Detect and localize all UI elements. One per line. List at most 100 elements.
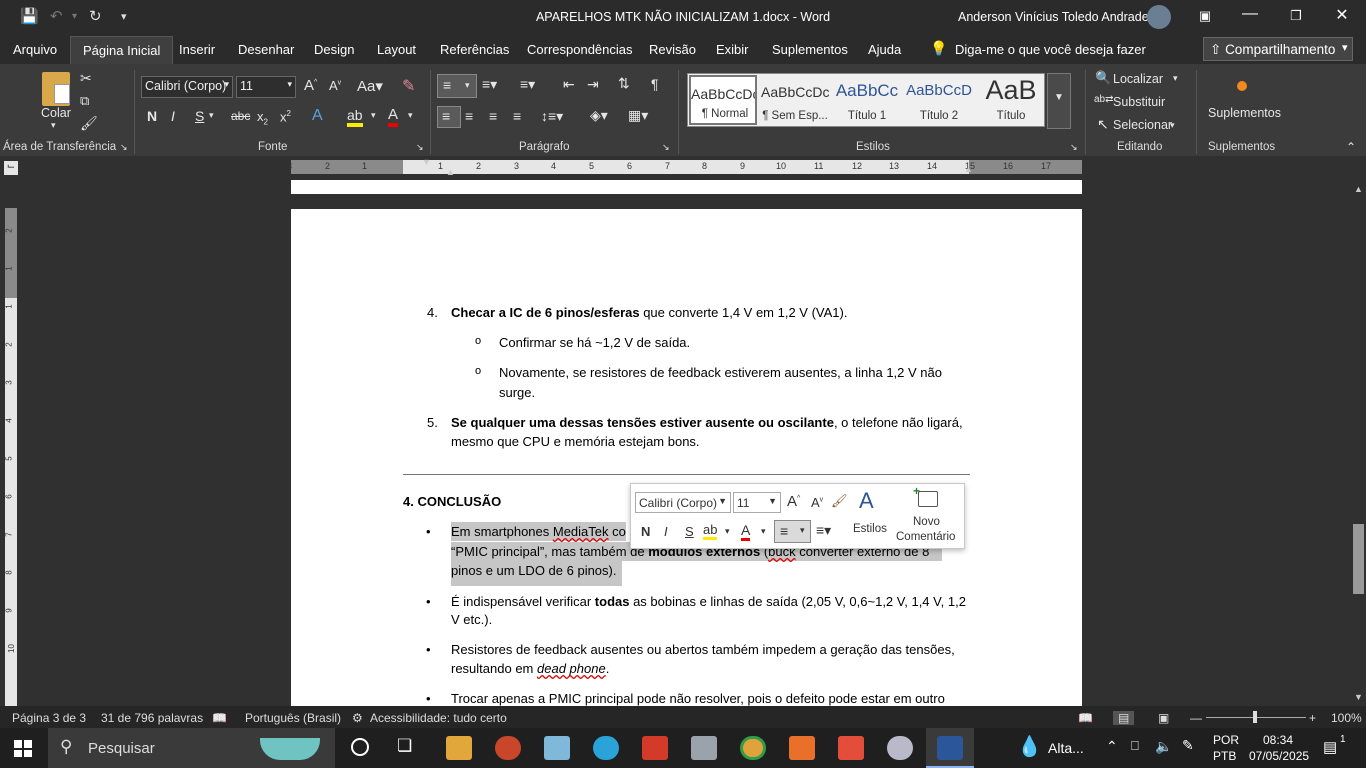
- format-painter-icon[interactable]: 🖌: [831, 493, 848, 509]
- paste-dropdown-icon[interactable]: ▾: [51, 120, 56, 131]
- close-button[interactable]: ✕: [1322, 5, 1362, 29]
- underline-dropdown-icon[interactable]: ▾: [209, 110, 214, 121]
- font-launcher-icon[interactable]: ↘: [416, 142, 424, 153]
- line-spacing-icon[interactable]: ↕≡▾: [541, 108, 563, 125]
- font-color-dropdown-icon[interactable]: ▾: [408, 110, 413, 121]
- hanging-indent-marker[interactable]: ▲: [446, 167, 455, 177]
- align-right-icon[interactable]: ≡: [489, 108, 497, 124]
- tab-pagina-inicial[interactable]: Página Inicial: [70, 36, 174, 64]
- sort-icon[interactable]: ⇅: [618, 75, 630, 92]
- language[interactable]: Português (Brasil): [245, 711, 341, 725]
- style-normal[interactable]: AaBbCcDc ¶ Normal: [689, 75, 757, 125]
- clock-date[interactable]: 07/05/2025: [1249, 749, 1309, 763]
- ribbon-display-icon[interactable]: ▣: [1185, 8, 1225, 32]
- new-comment-label-2[interactable]: Comentário: [896, 531, 955, 543]
- input-lang-2[interactable]: PTB: [1213, 749, 1236, 763]
- addins-button[interactable]: Suplementos: [1208, 106, 1281, 120]
- first-line-indent-marker[interactable]: ▼: [422, 157, 431, 167]
- decrease-indent-icon[interactable]: ⇤: [563, 76, 575, 93]
- highlight-dropdown-icon[interactable]: ▾: [725, 526, 730, 537]
- strikethrough-icon[interactable]: abc: [231, 109, 250, 123]
- clipboard-launcher-icon[interactable]: ↘: [120, 142, 128, 153]
- app-icon-4[interactable]: [789, 736, 815, 760]
- accessibility-status[interactable]: Acessibilidade: tudo certo: [370, 711, 507, 725]
- italic-icon[interactable]: I: [171, 108, 175, 124]
- zoom-slider-thumb[interactable]: [1253, 711, 1257, 723]
- avatar[interactable]: [1147, 5, 1171, 29]
- clock-time[interactable]: 08:34: [1263, 733, 1293, 747]
- addins-icon[interactable]: [1237, 81, 1247, 91]
- font-color-icon[interactable]: A: [741, 522, 751, 541]
- right-indent-marker[interactable]: ▲: [964, 164, 973, 174]
- document-page[interactable]: 4. Checar a IC de 6 pinos/esferas que co…: [291, 209, 1082, 706]
- minimize-button[interactable]: —: [1230, 5, 1270, 29]
- mini-underline-button[interactable]: S: [685, 524, 694, 539]
- network-icon[interactable]: ⎕: [1131, 738, 1139, 754]
- style-heading-1[interactable]: AaBbCc Título 1: [833, 75, 901, 125]
- replace-icon[interactable]: ab⇄: [1094, 94, 1114, 105]
- mini-bold-button[interactable]: N: [641, 524, 650, 539]
- notification-icon[interactable]: ▤: [1323, 738, 1337, 756]
- tab-selector-icon[interactable]: ⌙: [4, 161, 18, 175]
- web-layout-icon[interactable]: ▣: [1158, 711, 1169, 725]
- clear-formatting-icon[interactable]: ✎: [402, 76, 415, 96]
- word-taskbar-button[interactable]: [926, 728, 974, 768]
- find-icon[interactable]: 🔍: [1095, 70, 1111, 86]
- restore-button[interactable]: ❐: [1276, 8, 1316, 32]
- borders-icon[interactable]: ▦▾: [628, 107, 648, 124]
- paste-icon[interactable]: [42, 72, 70, 106]
- subscript-icon[interactable]: x2: [257, 109, 268, 127]
- read-mode-icon[interactable]: 📖: [1078, 711, 1093, 725]
- replace-button[interactable]: Substituir: [1113, 95, 1165, 109]
- mini-styles-button[interactable]: Estilos: [853, 523, 887, 535]
- font-name-combo[interactable]: Calibri (Corpo) ▾: [141, 76, 233, 98]
- zoom-level[interactable]: 100%: [1331, 711, 1362, 725]
- weather-icon[interactable]: 💧: [1017, 734, 1042, 759]
- chevron-up-icon[interactable]: ⌃: [1106, 738, 1118, 755]
- horizontal-ruler[interactable]: ⌙ 3 2 1 1 2 3 4 5 6 7 8 9 10 11 12 13 14…: [0, 157, 1366, 179]
- zoom-in-icon[interactable]: +: [1309, 711, 1316, 725]
- shrink-font-icon[interactable]: Av: [329, 78, 341, 93]
- telegram-icon[interactable]: [593, 736, 619, 760]
- task-view-icon[interactable]: ❏: [397, 736, 412, 756]
- align-center-icon[interactable]: ≡: [465, 108, 473, 124]
- numbering-icon[interactable]: ≡▾: [482, 76, 497, 93]
- align-left-button[interactable]: ≡: [437, 106, 461, 128]
- scroll-thumb[interactable]: [1353, 524, 1364, 594]
- paragraph-launcher-icon[interactable]: ↘: [662, 142, 670, 153]
- mini-font-combo[interactable]: Calibri (Corpo) ▼: [635, 492, 731, 513]
- style-title[interactable]: AaB Título: [977, 75, 1045, 125]
- share-dropdown-icon[interactable]: ▾: [1342, 41, 1348, 54]
- grow-font-icon[interactable]: A^: [787, 493, 800, 510]
- bold-icon[interactable]: N: [147, 108, 157, 124]
- taskbar-search[interactable]: ⚲ Pesquisar: [48, 728, 335, 768]
- file-explorer-icon[interactable]: [446, 736, 472, 760]
- scroll-up-icon[interactable]: ▲: [1354, 184, 1363, 194]
- multilevel-list-icon[interactable]: ≡▾: [520, 76, 535, 93]
- tell-me-search[interactable]: Diga-me o que você deseja fazer: [955, 42, 1146, 57]
- font-color-dropdown-icon[interactable]: ▾: [761, 526, 766, 537]
- shrink-font-icon[interactable]: Av: [811, 495, 823, 510]
- justify-icon[interactable]: ≡: [513, 108, 521, 124]
- change-case-icon[interactable]: Aa▾: [357, 77, 383, 95]
- highlight-icon[interactable]: ab: [703, 522, 718, 540]
- tab-suplementos[interactable]: Suplementos: [772, 42, 848, 57]
- tab-inserir[interactable]: Inserir: [179, 42, 215, 57]
- selected-bullet-1-line3[interactable]: pinos e um LDO de 6 pinos).: [451, 561, 623, 586]
- chrome-icon[interactable]: [740, 736, 766, 760]
- copy-icon[interactable]: ⧉: [80, 93, 89, 109]
- styles-more-button[interactable]: ▼: [1047, 73, 1071, 129]
- styles-launcher-icon[interactable]: ↘: [1070, 142, 1078, 153]
- cut-icon[interactable]: ✂: [80, 70, 92, 87]
- vertical-scrollbar[interactable]: ▲ ▼: [1351, 180, 1366, 706]
- pen-icon[interactable]: ✎: [1182, 737, 1194, 754]
- shading-icon[interactable]: ◈▾: [590, 107, 608, 124]
- grow-font-icon[interactable]: A^: [304, 77, 317, 94]
- app-icon-3[interactable]: [691, 736, 717, 760]
- accessibility-icon[interactable]: ⚙: [352, 711, 363, 725]
- powerpoint-icon[interactable]: [495, 736, 521, 760]
- mini-size-combo[interactable]: 11 ▼: [733, 492, 781, 513]
- app-icon[interactable]: [544, 736, 570, 760]
- selected-bullet-1[interactable]: Em smartphones MediaTek co: [451, 522, 626, 541]
- scroll-down-icon[interactable]: ▼: [1354, 692, 1363, 702]
